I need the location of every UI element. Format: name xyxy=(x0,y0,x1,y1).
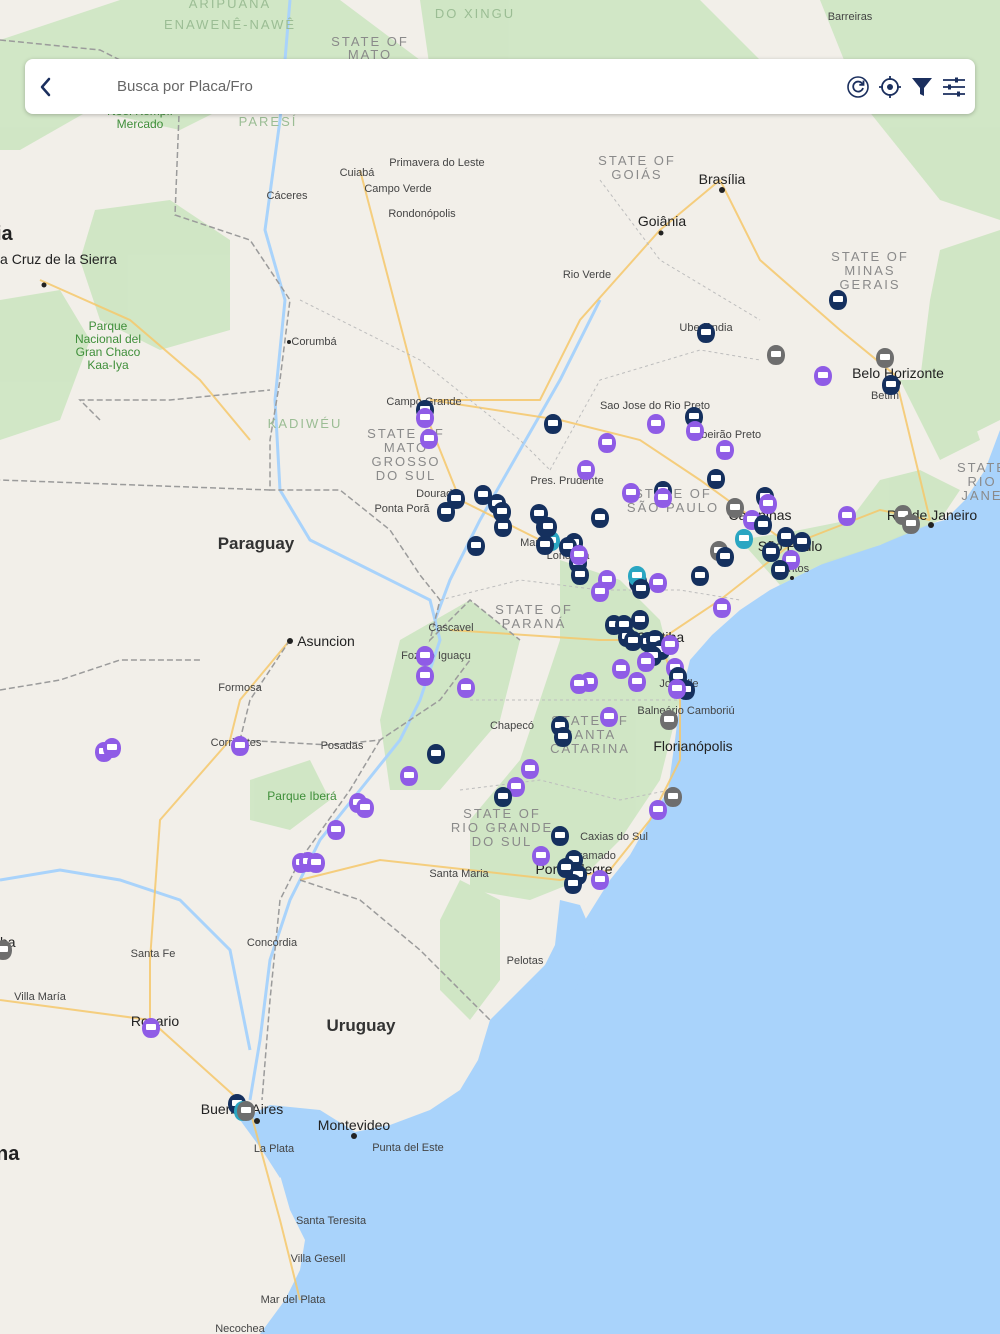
vehicle-pin[interactable] xyxy=(647,414,665,434)
vehicle-pin[interactable] xyxy=(771,560,789,580)
chevron-left-icon xyxy=(40,77,51,96)
vehicle-pin[interactable] xyxy=(759,494,777,514)
vehicle-pin[interactable] xyxy=(307,853,325,873)
vehicle-pin[interactable] xyxy=(829,290,847,310)
vehicle-pin[interactable] xyxy=(598,433,616,453)
vehicle-pin[interactable] xyxy=(142,1018,160,1038)
vehicle-pin[interactable] xyxy=(664,787,682,807)
vehicle-pin[interactable] xyxy=(654,488,672,508)
vehicle-pin[interactable] xyxy=(628,672,646,692)
vehicle-pin[interactable] xyxy=(591,870,609,890)
vehicle-pin[interactable] xyxy=(467,536,485,556)
vehicle-pin[interactable] xyxy=(551,826,569,846)
vehicle-pin[interactable] xyxy=(570,674,588,694)
vehicle-pin[interactable] xyxy=(762,542,780,562)
vehicle-pin[interactable] xyxy=(882,375,900,395)
vehicle-pin[interactable] xyxy=(416,646,434,666)
vehicle-pin[interactable] xyxy=(716,440,734,460)
crosshair-icon xyxy=(879,75,901,98)
vehicle-pin[interactable] xyxy=(427,744,445,764)
vehicle-pin[interactable] xyxy=(591,582,609,602)
filter-button[interactable] xyxy=(909,72,935,102)
refresh-icon xyxy=(847,75,869,98)
vehicle-pin[interactable] xyxy=(767,345,785,365)
vehicle-pin[interactable] xyxy=(457,678,475,698)
vehicle-pin[interactable] xyxy=(716,547,734,567)
vehicle-pin[interactable] xyxy=(420,429,438,449)
back-button[interactable] xyxy=(31,67,61,107)
vehicle-pin[interactable] xyxy=(707,469,725,489)
vehicle-pin[interactable] xyxy=(902,514,920,534)
vehicle-pin[interactable] xyxy=(726,498,744,518)
vehicle-pin[interactable] xyxy=(649,573,667,593)
vehicle-pin[interactable] xyxy=(494,787,512,807)
search-input[interactable] xyxy=(115,70,759,103)
vehicle-pin[interactable] xyxy=(554,727,572,747)
vehicle-pin[interactable] xyxy=(637,652,655,672)
vehicle-pin[interactable] xyxy=(793,532,811,552)
vehicle-pin[interactable] xyxy=(632,579,650,599)
vehicle-pin[interactable] xyxy=(777,527,795,547)
vehicle-pin[interactable] xyxy=(631,610,649,630)
vehicle-pin[interactable] xyxy=(356,798,374,818)
filter-icon xyxy=(912,77,932,96)
vehicle-pin[interactable] xyxy=(668,679,686,699)
vehicle-pin[interactable] xyxy=(612,659,630,679)
vehicle-pin[interactable] xyxy=(600,707,618,727)
sliders-icon xyxy=(943,77,965,96)
vehicle-pin[interactable] xyxy=(544,414,562,434)
vehicle-pin[interactable] xyxy=(754,515,772,535)
vehicle-pin[interactable] xyxy=(713,598,731,618)
vehicle-pin[interactable] xyxy=(237,1101,255,1121)
refresh-button[interactable] xyxy=(845,72,871,102)
vehicle-pin[interactable] xyxy=(521,759,539,779)
vehicle-pin[interactable] xyxy=(649,800,667,820)
search-bar xyxy=(25,59,975,114)
vehicle-pin[interactable] xyxy=(686,421,704,441)
vehicle-pin[interactable] xyxy=(661,635,679,655)
vehicle-pins-layer[interactable] xyxy=(0,0,1000,1334)
vehicle-pin[interactable] xyxy=(814,366,832,386)
vehicle-pin[interactable] xyxy=(622,483,640,503)
vehicle-pin[interactable] xyxy=(660,710,678,730)
vehicle-pin[interactable] xyxy=(327,820,345,840)
vehicle-pin[interactable] xyxy=(400,766,418,786)
vehicle-pin[interactable] xyxy=(103,738,121,758)
vehicle-pin[interactable] xyxy=(691,566,709,586)
vehicle-pin[interactable] xyxy=(532,846,550,866)
vehicle-pin[interactable] xyxy=(416,408,434,428)
vehicle-pin[interactable] xyxy=(231,736,249,756)
vehicle-pin[interactable] xyxy=(838,506,856,526)
vehicle-pin[interactable] xyxy=(0,940,12,960)
vehicle-pin[interactable] xyxy=(539,517,557,537)
vehicle-pin[interactable] xyxy=(494,517,512,537)
vehicle-pin[interactable] xyxy=(591,508,609,528)
settings-button[interactable] xyxy=(941,72,967,102)
vehicle-pin[interactable] xyxy=(416,666,434,686)
locate-button[interactable] xyxy=(877,72,903,102)
vehicle-pin[interactable] xyxy=(735,529,753,549)
vehicle-pin[interactable] xyxy=(570,545,588,565)
vehicle-pin[interactable] xyxy=(697,323,715,343)
vehicle-pin[interactable] xyxy=(876,348,894,368)
vehicle-pin[interactable] xyxy=(536,535,554,555)
vehicle-pin[interactable] xyxy=(564,874,582,894)
vehicle-pin[interactable] xyxy=(437,502,455,522)
vehicle-pin[interactable] xyxy=(577,460,595,480)
vehicle-pin[interactable] xyxy=(571,565,589,585)
